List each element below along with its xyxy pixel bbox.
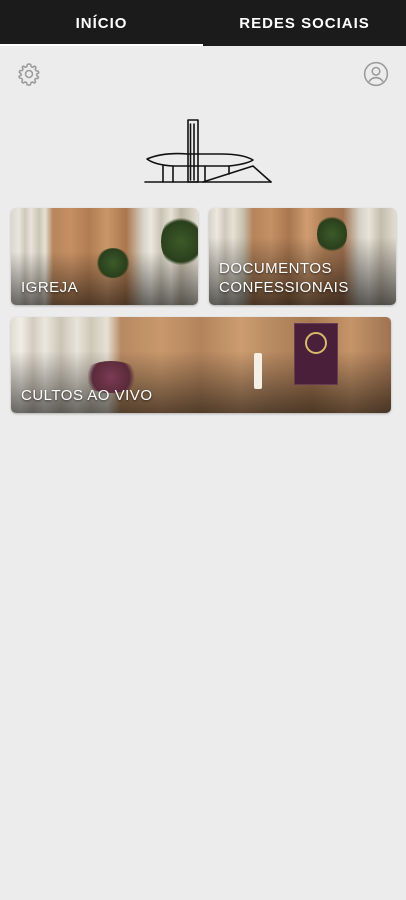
alpha-omega-symbol	[305, 332, 327, 354]
altar-banner	[294, 323, 338, 385]
card-igreja-label: IGREJA	[21, 279, 79, 296]
plant-decoration	[95, 248, 131, 278]
candle	[254, 353, 262, 389]
card-cultos-ao-vivo[interactable]: CULTOS AO VIVO	[11, 317, 391, 413]
user-circle-icon	[363, 61, 389, 87]
plant-decoration	[161, 214, 198, 269]
card-documentos-label: DOCUMENTOS CONFESSIONAIS	[219, 260, 349, 296]
church-building-logo	[144, 119, 272, 183]
top-tab-bar: INÍCIO REDES SOCIAIS	[0, 0, 406, 46]
plant-decoration	[317, 214, 347, 254]
gear-icon	[18, 63, 40, 86]
tab-redes-sociais[interactable]: REDES SOCIAIS	[203, 0, 406, 46]
tab-inicio[interactable]: INÍCIO	[0, 0, 203, 46]
card-documentos-confessionais[interactable]: DOCUMENTOS CONFESSIONAIS	[209, 208, 396, 305]
card-igreja[interactable]: IGREJA	[11, 208, 198, 305]
church-logo	[143, 116, 273, 188]
card-cultos-label: CULTOS AO VIVO	[21, 387, 153, 404]
settings-button[interactable]	[15, 60, 43, 88]
profile-button[interactable]	[362, 60, 390, 88]
